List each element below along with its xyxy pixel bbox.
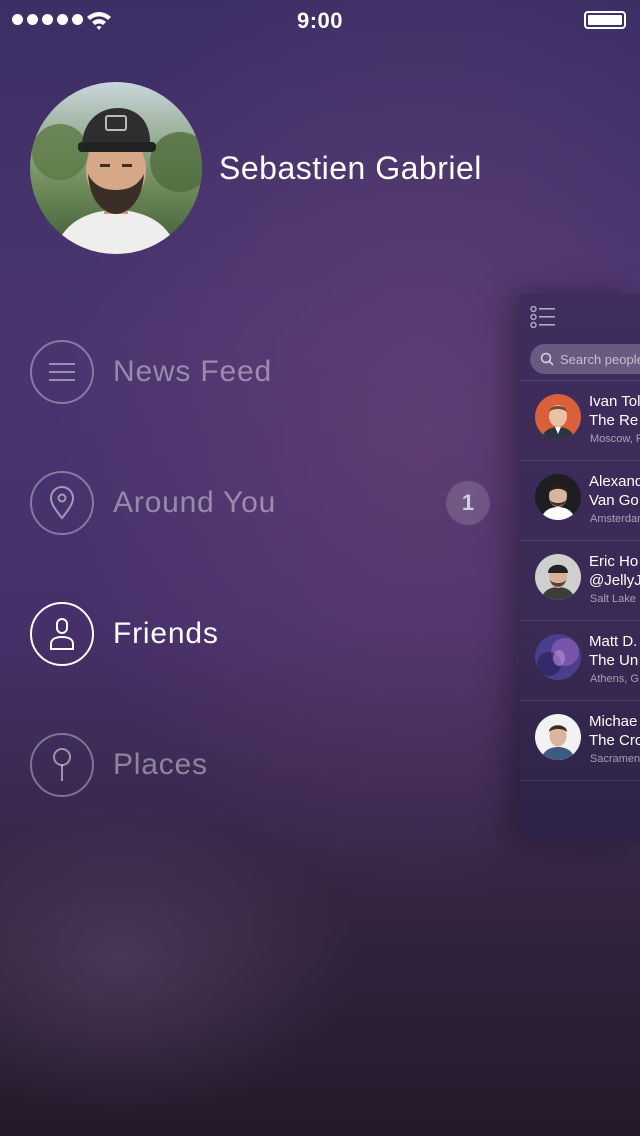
contact-avatar [535, 554, 581, 600]
contact-name: Alexand [589, 473, 640, 490]
search-input[interactable] [560, 351, 640, 367]
contact-row[interactable]: Alexand Van Go Amsterdam [520, 461, 640, 541]
menu-item-around-you[interactable]: Around You 1 [30, 471, 500, 535]
contact-location: Salt Lake [590, 593, 636, 605]
profile-name[interactable]: Sebastien Gabriel [219, 150, 482, 187]
menu-item-friends[interactable]: Friends [30, 602, 500, 666]
hamburger-icon [30, 340, 94, 404]
contact-name: Eric Ho [589, 553, 639, 570]
search-bar[interactable] [530, 344, 640, 374]
contact-avatar [535, 714, 581, 760]
menu-item-places[interactable]: Places [30, 733, 500, 797]
menu-label-around-you: Around You [113, 486, 277, 519]
contact-subtitle: The Cro [589, 732, 640, 749]
contact-subtitle: Van Go [589, 492, 639, 509]
contact-subtitle: The Re [589, 412, 639, 429]
contact-row[interactable]: Ivan Tol The Re Moscow, R [520, 381, 640, 461]
contact-row[interactable]: Eric Ho @JellyJ Salt Lake [520, 541, 640, 621]
profile-avatar[interactable] [30, 82, 202, 254]
contact-name: Ivan Tol [589, 393, 640, 410]
map-pin-icon [30, 733, 94, 797]
menu-label-friends: Friends [113, 617, 219, 650]
menu-item-news-feed[interactable]: News Feed [30, 340, 500, 404]
status-bar: 9:00 [0, 0, 640, 40]
location-pin-icon [30, 471, 94, 535]
contact-subtitle: The Un [589, 652, 639, 669]
contact-subtitle: @JellyJ [589, 572, 640, 589]
contact-location: Sacramen [590, 753, 640, 765]
list-menu-icon[interactable] [530, 306, 556, 328]
contact-location: Athens, G [590, 673, 639, 685]
contact-name: Matt D. [589, 633, 638, 650]
battery-icon [584, 11, 626, 29]
contact-avatar [535, 394, 581, 440]
friends-panel-preview[interactable]: Ivan Tol The Re Moscow, R Alexand Van Go… [520, 294, 640, 842]
contact-row[interactable]: Matt D. The Un Athens, G [520, 621, 640, 701]
person-icon [30, 602, 94, 666]
menu-label-places: Places [113, 748, 208, 781]
contact-avatar [535, 634, 581, 680]
contact-avatar [535, 474, 581, 520]
notification-badge: 1 [446, 481, 490, 525]
menu-label-news-feed: News Feed [113, 355, 272, 388]
contact-row[interactable]: Michae The Cro Sacramen [520, 701, 640, 781]
contact-location: Moscow, R [590, 433, 640, 445]
contact-name: Michae [589, 713, 638, 730]
contact-location: Amsterdam [590, 513, 640, 525]
search-icon [540, 352, 554, 366]
status-time: 9:00 [296, 8, 344, 33]
contact-list: Ivan Tol The Re Moscow, R Alexand Van Go… [520, 380, 640, 781]
